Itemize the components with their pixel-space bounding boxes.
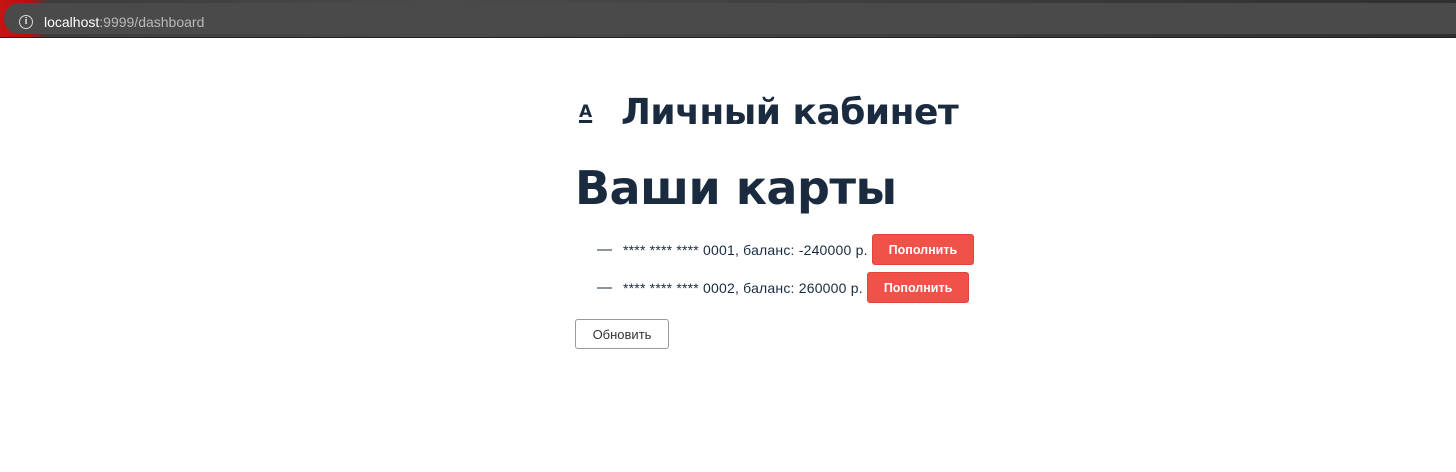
page-title: Личный кабинет [621, 92, 959, 133]
info-icon[interactable]: i [19, 15, 33, 29]
url-text[interactable]: localhost:9999/dashboard [44, 13, 204, 31]
url-path: :9999/dashboard [99, 14, 205, 30]
card-item-0002: — **** **** **** 0002, баланс: 260000 р.… [597, 272, 974, 303]
refresh-button[interactable]: Обновить [575, 319, 669, 349]
list-bullet: — [597, 279, 612, 296]
topup-button-0002[interactable]: Пополнить [866, 272, 970, 303]
list-bullet: — [597, 241, 612, 258]
cards-heading: Ваши карты [575, 161, 897, 215]
card-info: **** **** **** 0001, баланс: -240000 р. [623, 241, 868, 258]
card-list: — **** **** **** 0001, баланс: -240000 р… [597, 234, 975, 310]
address-bar[interactable]: i localhost:9999/dashboard [4, 3, 1456, 34]
url-host: localhost [44, 14, 100, 30]
browser-toolbar: i localhost:9999/dashboard [0, 0, 1456, 38]
topup-button-0001[interactable]: Пополнить [871, 234, 975, 265]
card-item-0001: — **** **** **** 0001, баланс: -240000 р… [597, 234, 975, 265]
card-info: **** **** **** 0002, баланс: 260000 р. [623, 279, 863, 296]
logo-link[interactable]: A [579, 102, 592, 122]
